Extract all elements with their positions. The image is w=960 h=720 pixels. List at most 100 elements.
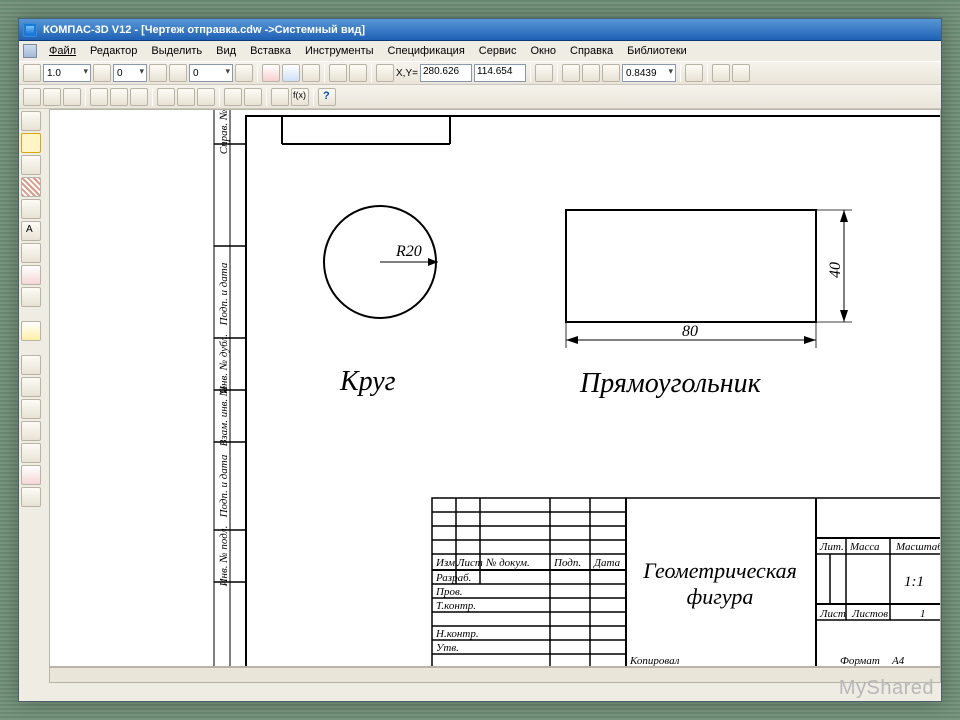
watermark: MyShared	[839, 677, 934, 700]
spin-down-1[interactable]	[93, 64, 111, 82]
rect-tool[interactable]	[21, 443, 41, 463]
snap-blue-icon[interactable]	[282, 64, 300, 82]
svg-text:Дата: Дата	[593, 557, 621, 569]
zoom-fit-icon[interactable]	[602, 64, 620, 82]
menu-select[interactable]: Выделить	[145, 43, 208, 59]
dim-linear-tool[interactable]	[21, 355, 41, 375]
spin-up-1[interactable]	[149, 64, 167, 82]
open-icon[interactable]	[43, 88, 61, 106]
menu-file[interactable]: Файл	[43, 43, 82, 59]
tool-a-icon[interactable]	[271, 88, 289, 106]
app-window: КОМПАС-3D V12 - [Чертеж отправка.cdw ->С…	[18, 18, 942, 702]
new-icon[interactable]	[23, 88, 41, 106]
menu-insert[interactable]: Вставка	[244, 43, 297, 59]
paste-icon[interactable]	[197, 88, 215, 106]
svg-text:Лист: Лист	[819, 608, 846, 620]
help-icon[interactable]: ?	[318, 88, 336, 106]
drawing-svg: Справ. № Подп. и дата Инв. № дубл. Взам.…	[50, 110, 941, 667]
svg-text:Утв.: Утв.	[436, 642, 459, 654]
scale-combo[interactable]: 1.0	[43, 64, 91, 82]
ucs-icon[interactable]	[376, 64, 394, 82]
app-icon	[23, 23, 37, 37]
menu-editor[interactable]: Редактор	[84, 43, 143, 59]
menu-help[interactable]: Справка	[564, 43, 619, 59]
zoom-in-icon[interactable]	[562, 64, 580, 82]
menu-tools[interactable]: Инструменты	[299, 43, 380, 59]
pan-icon[interactable]	[685, 64, 703, 82]
svg-text:Т.контр.: Т.контр.	[436, 600, 476, 612]
svg-text:1:1: 1:1	[904, 574, 924, 590]
break-tool[interactable]	[21, 265, 41, 285]
rect-height: 40	[827, 262, 844, 278]
layer-button[interactable]	[169, 64, 187, 82]
extend-tool[interactable]	[21, 487, 41, 507]
preview2-icon[interactable]	[130, 88, 148, 106]
snap-red-icon[interactable]	[262, 64, 280, 82]
rect-width: 80	[682, 323, 698, 340]
circle-tool[interactable]	[21, 377, 41, 397]
svg-text:Листов: Листов	[851, 608, 888, 620]
hatch-tool[interactable]	[21, 177, 41, 197]
copy-icon[interactable]	[177, 88, 195, 106]
grid-button[interactable]	[23, 64, 41, 82]
svg-text:А4: А4	[891, 655, 905, 667]
undo-icon[interactable]	[224, 88, 242, 106]
table-tool[interactable]	[21, 287, 41, 307]
cut-icon[interactable]	[157, 88, 175, 106]
rect-shape	[566, 210, 816, 322]
left-toolbox: A	[21, 111, 45, 507]
svg-text:Масса: Масса	[849, 541, 880, 553]
trim-tool[interactable]	[21, 465, 41, 485]
zoom-out-icon[interactable]	[582, 64, 600, 82]
svg-text:Лит.: Лит.	[819, 541, 844, 553]
spin-1[interactable]: 0	[113, 64, 147, 82]
zoom-combo[interactable]: 0.8439	[622, 64, 676, 82]
toolbar-2: f(x) ?	[19, 85, 941, 109]
perp-icon[interactable]	[349, 64, 367, 82]
menu-bar: Файл Редактор Выделить Вид Вставка Инстр…	[19, 41, 941, 61]
rect-title: Прямоугольник	[579, 368, 762, 399]
redo-icon[interactable]	[244, 88, 262, 106]
refresh-icon[interactable]	[732, 64, 750, 82]
svg-text:Пров.: Пров.	[435, 586, 462, 598]
coord-x[interactable]: 280.626	[420, 64, 472, 82]
svg-text:Подп.: Подп.	[553, 557, 581, 569]
measure-icon[interactable]	[712, 64, 730, 82]
menu-spec[interactable]: Спецификация	[382, 43, 471, 59]
spin-up-2[interactable]	[235, 64, 253, 82]
coord-y[interactable]: 114.654	[474, 64, 526, 82]
menu-view[interactable]: Вид	[210, 43, 242, 59]
marker-tool[interactable]	[21, 321, 41, 341]
print-icon[interactable]	[90, 88, 108, 106]
menu-window[interactable]: Окно	[524, 43, 562, 59]
svg-text:Подп. и дата: Подп. и дата	[218, 262, 230, 326]
canvas[interactable]: Справ. № Подп. и дата Инв. № дубл. Взам.…	[49, 109, 941, 667]
spline-tool[interactable]	[21, 421, 41, 441]
arc-tool[interactable]	[21, 399, 41, 419]
pointer-tool[interactable]	[21, 111, 41, 131]
text-tool[interactable]: A	[21, 221, 41, 241]
save-icon[interactable]	[63, 88, 81, 106]
line-tool[interactable]	[21, 199, 41, 219]
selection-tool[interactable]	[21, 133, 41, 153]
document-icon[interactable]	[23, 44, 37, 58]
horizontal-scrollbar[interactable]	[49, 667, 941, 683]
title-bar: КОМПАС-3D V12 - [Чертеж отправка.cdw ->С…	[19, 19, 941, 41]
svg-text:1: 1	[920, 608, 926, 620]
axis-tool[interactable]	[21, 243, 41, 263]
menu-libraries[interactable]: Библиотеки	[621, 43, 693, 59]
grid-dots-icon[interactable]	[329, 64, 347, 82]
svg-text:Масштаб: Масштаб	[895, 541, 941, 553]
window-title: КОМПАС-3D V12 - [Чертеж отправка.cdw ->С…	[43, 24, 365, 36]
circle-title: Круг	[339, 366, 396, 397]
tool-fx-icon[interactable]: f(x)	[291, 88, 309, 106]
preview-icon[interactable]	[110, 88, 128, 106]
toolbar-1: 1.0 0 0 X,Y= 280.626 114.654 0.8439	[19, 61, 941, 85]
zoom-icon[interactable]	[535, 64, 553, 82]
menu-service[interactable]: Сервис	[473, 43, 523, 59]
spin-2[interactable]: 0	[189, 64, 233, 82]
svg-text:Справ. №: Справ. №	[218, 110, 230, 154]
wall-tool[interactable]	[21, 155, 41, 175]
ortho-icon[interactable]	[302, 64, 320, 82]
svg-text:Формат: Формат	[840, 655, 880, 667]
